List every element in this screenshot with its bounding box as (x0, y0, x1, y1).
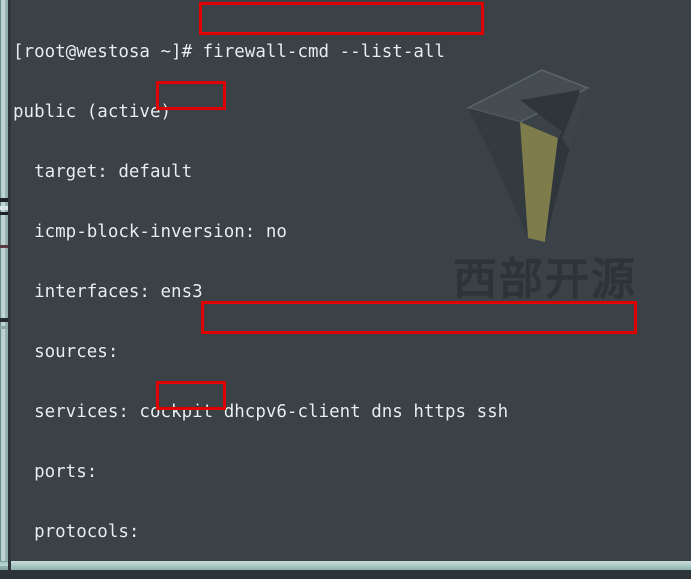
scrollbar-mark[interactable] (0, 212, 8, 215)
window-bottom-outer (0, 570, 691, 579)
terminal-line: protocols: (13, 522, 140, 542)
terminal-line: services: cockpit dhcpv6-client dns http… (13, 402, 509, 422)
terminal-line: interfaces: ens3 (13, 282, 203, 302)
terminal-line: [root@westosa ~]# firewall-cmd --list-al… (13, 42, 445, 62)
terminal-line: ports: (13, 462, 98, 482)
scrollbar-mark[interactable] (0, 318, 8, 322)
scrollbar-mark[interactable] (0, 245, 8, 248)
terminal-line: sources: (13, 342, 119, 362)
terminal-output: [root@westosa ~]# firewall-cmd --list-al… (11, 0, 691, 579)
window-bottom-border-shine (11, 561, 691, 570)
terminal-line: icmp-block-inversion: no (13, 222, 287, 242)
terminal-line: target: default (13, 162, 193, 182)
scrollbar-mark[interactable] (0, 206, 8, 210)
window-left-border-inner (8, 0, 11, 579)
terminal-window[interactable]: 西部开源 [root@westosa ~]# firewall-cmd --li… (0, 0, 691, 579)
scrollbar-mark[interactable] (0, 326, 8, 329)
terminal-line: public (active) (13, 102, 172, 122)
scrollbar-mark[interactable] (0, 198, 8, 202)
